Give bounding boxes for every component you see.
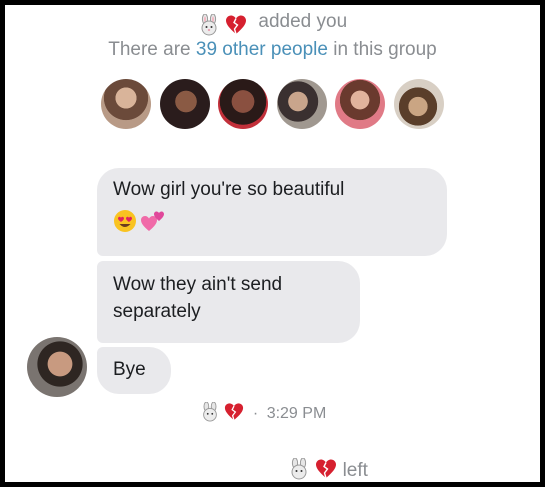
member-avatar-5[interactable] bbox=[335, 79, 386, 129]
broken-heart-icon bbox=[316, 459, 337, 479]
added-notice: added you bbox=[5, 11, 540, 36]
emoji-pair bbox=[198, 13, 247, 36]
message-bubble[interactable]: Wow girl you're so beautiful bbox=[97, 168, 447, 256]
message-text: Wow girl you're so beautiful bbox=[113, 179, 345, 200]
chat-screen: added you There are 39 other people in t… bbox=[5, 5, 540, 482]
broken-heart-icon bbox=[225, 403, 244, 421]
message-text: Wow they ain't send separately bbox=[113, 274, 283, 322]
receipt-time: 3:29 PM bbox=[266, 405, 327, 422]
left-notice: left bbox=[288, 457, 368, 482]
read-receipt: · 3:29 PM bbox=[200, 401, 327, 423]
receipt-separator: · bbox=[252, 405, 259, 422]
group-info: There are 39 other people in this group bbox=[5, 39, 540, 61]
sender-avatar[interactable] bbox=[27, 337, 87, 397]
group-info-suffix: in this group bbox=[327, 39, 437, 60]
member-avatar-2[interactable] bbox=[159, 79, 210, 129]
message-bubble[interactable]: Bye bbox=[97, 347, 171, 394]
member-avatar-4[interactable] bbox=[276, 79, 327, 129]
two-hearts-icon bbox=[141, 211, 165, 231]
bunny-face-icon bbox=[203, 401, 217, 422]
other-people-link[interactable]: 39 other people bbox=[196, 39, 328, 60]
group-info-prefix: There are bbox=[108, 39, 196, 60]
broken-heart-icon bbox=[226, 15, 247, 35]
member-avatar-6[interactable] bbox=[393, 79, 444, 129]
message-text: Bye bbox=[113, 359, 146, 380]
heart-eyes-icon bbox=[114, 209, 136, 232]
bunny-face-icon bbox=[291, 457, 307, 480]
member-avatar-1[interactable] bbox=[101, 79, 152, 129]
left-text: left bbox=[342, 460, 368, 481]
added-text: added you bbox=[258, 11, 348, 32]
message-emojis bbox=[113, 207, 431, 235]
group-avatars bbox=[5, 79, 540, 133]
member-avatar-3[interactable] bbox=[218, 79, 269, 129]
bunny-face-icon bbox=[201, 13, 217, 36]
message-bubble[interactable]: Wow they ain't send separately bbox=[97, 261, 360, 343]
